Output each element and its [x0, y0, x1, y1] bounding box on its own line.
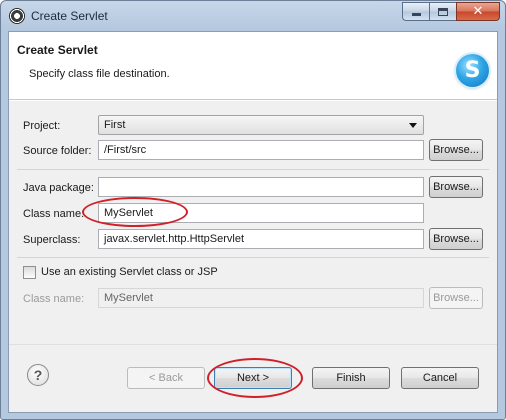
- source-folder-input[interactable]: /First/src: [98, 140, 424, 160]
- superclass-input[interactable]: javax.servlet.http.HttpServlet: [98, 229, 424, 249]
- use-existing-label: Use an existing Servlet class or JSP: [41, 266, 218, 278]
- minimize-button[interactable]: [402, 2, 429, 21]
- next-button[interactable]: Next >: [214, 367, 292, 389]
- project-label: Project:: [23, 120, 61, 132]
- separator: [17, 169, 489, 170]
- wizard-form: Project: First Source folder: /First/src…: [9, 101, 497, 344]
- close-button[interactable]: ✕: [456, 2, 500, 21]
- class-name-label: Class name:: [23, 208, 85, 220]
- superclass-label: Superclass:: [23, 234, 81, 246]
- existing-class-browse-button: Browse...: [429, 287, 483, 309]
- source-folder-label: Source folder:: [23, 145, 92, 157]
- separator: [17, 257, 489, 258]
- java-package-input[interactable]: [98, 177, 424, 197]
- existing-class-name-input: MyServlet: [98, 288, 424, 308]
- java-package-browse-button[interactable]: Browse...: [429, 176, 483, 198]
- use-existing-checkbox[interactable]: [23, 266, 36, 279]
- wizard-banner: Create Servlet Specify class file destin…: [9, 32, 497, 100]
- superclass-browse-button[interactable]: Browse...: [429, 228, 483, 250]
- maximize-button[interactable]: [429, 2, 456, 21]
- help-icon[interactable]: ?: [27, 364, 49, 386]
- dialog-client: Create Servlet Specify class file destin…: [8, 31, 498, 413]
- banner-description: Specify class file destination.: [29, 68, 170, 80]
- servlet-logo-icon: S: [456, 54, 489, 87]
- cancel-button[interactable]: Cancel: [401, 367, 479, 389]
- java-package-label: Java package:: [23, 182, 94, 194]
- minimize-icon: [411, 13, 421, 16]
- project-value: First: [104, 119, 126, 131]
- source-folder-browse-button[interactable]: Browse...: [429, 139, 483, 161]
- close-icon: ✕: [472, 4, 484, 19]
- project-combo[interactable]: First: [98, 115, 424, 135]
- wizard-footer: ? < Back Next > Finish Cancel: [9, 344, 497, 412]
- banner-title: Create Servlet: [17, 43, 98, 57]
- existing-class-name-label: Class name:: [23, 293, 85, 305]
- title-bar[interactable]: Create Servlet ✕: [1, 1, 505, 31]
- window-title: Create Servlet: [31, 9, 108, 23]
- window-controls: ✕: [402, 2, 500, 22]
- class-name-input[interactable]: MyServlet: [98, 203, 424, 223]
- dropdown-arrow-icon: [409, 123, 417, 128]
- finish-button[interactable]: Finish: [312, 367, 390, 389]
- dialog-window: Create Servlet ✕ Create Servlet Specify …: [0, 0, 506, 420]
- maximize-icon: [438, 7, 448, 16]
- app-icon: [9, 8, 25, 24]
- back-button: < Back: [127, 367, 205, 389]
